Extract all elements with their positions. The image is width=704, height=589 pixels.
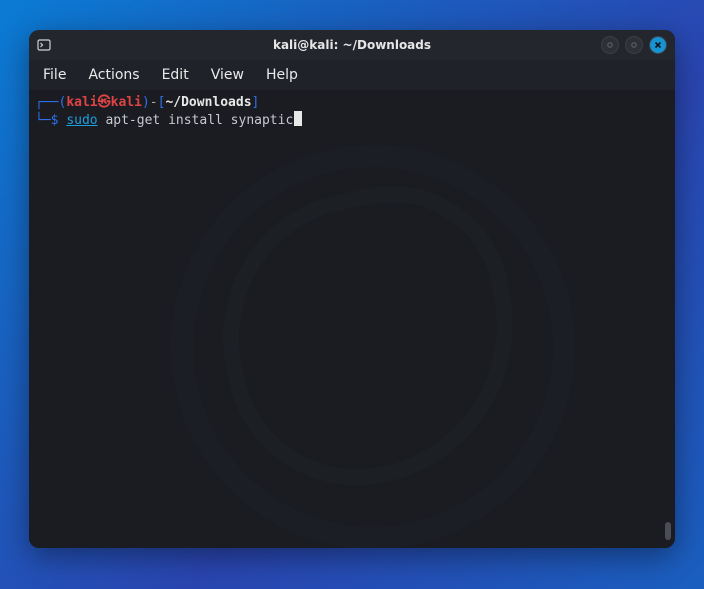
cmd-sudo: sudo	[66, 113, 97, 128]
menu-view[interactable]: View	[201, 64, 254, 86]
scrollbar-thumb[interactable]	[665, 522, 671, 540]
prompt-host: kali	[111, 95, 142, 110]
prompt-symbol: $	[51, 113, 59, 128]
window-controls	[601, 36, 667, 54]
prompt-line-2: └─$ sudo apt-get install synaptic	[35, 111, 669, 129]
titlebar[interactable]: kali@kali: ~/Downloads	[29, 30, 675, 60]
prompt-line-1: ┌──(kali㉿kali)-[~/Downloads]	[35, 94, 669, 111]
cmd-rest: apt-get install synaptic	[98, 113, 294, 128]
minimize-button[interactable]	[601, 36, 619, 54]
cursor-block-icon	[294, 111, 302, 126]
maximize-button[interactable]	[625, 36, 643, 54]
menu-file[interactable]: File	[33, 64, 76, 86]
terminal-window: kali@kali: ~/Downloads File Actions Edit…	[29, 30, 675, 548]
close-button[interactable]	[649, 36, 667, 54]
menu-help[interactable]: Help	[256, 64, 308, 86]
prompt-corner-bot: └─	[35, 113, 51, 128]
prompt-close-paren: )	[142, 95, 150, 110]
prompt-user: kali	[66, 95, 97, 110]
terminal-app-icon	[37, 38, 51, 52]
terminal-viewport[interactable]: ┌──(kali㉿kali)-[~/Downloads] └─$ sudo ap…	[29, 90, 675, 548]
menu-edit[interactable]: Edit	[152, 64, 199, 86]
window-title: kali@kali: ~/Downloads	[29, 38, 675, 52]
menubar: File Actions Edit View Help	[29, 60, 675, 90]
prompt-corner-top: ┌──	[35, 95, 58, 110]
prompt-at-icon: ㉿	[98, 95, 111, 110]
prompt-dash: -	[150, 95, 158, 110]
menu-actions[interactable]: Actions	[78, 64, 149, 86]
prompt-close-bracket: ]	[252, 95, 260, 110]
prompt-cwd: ~/Downloads	[165, 95, 251, 110]
